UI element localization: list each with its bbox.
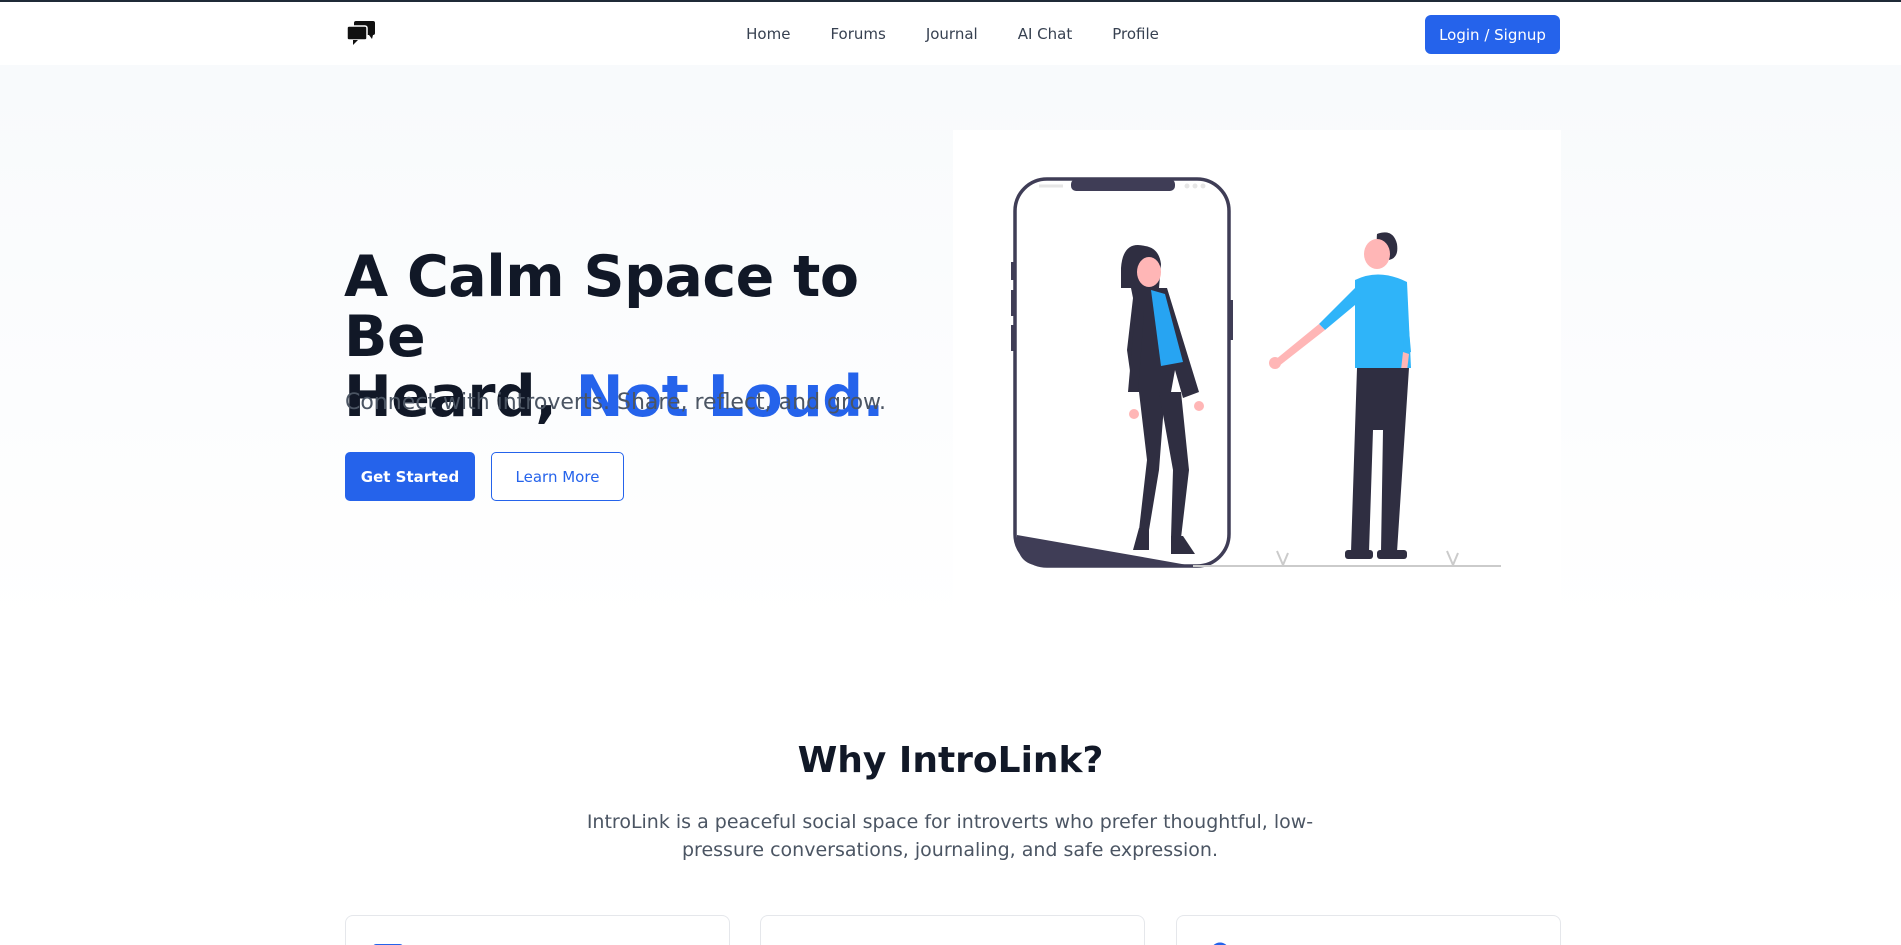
hero-section: A Calm Space to Be Heard, Not Loud. Conn… bbox=[0, 65, 1901, 630]
nav-forums[interactable]: Forums bbox=[830, 25, 885, 43]
square-icon bbox=[373, 944, 403, 945]
login-signup-button[interactable]: Login / Signup bbox=[1425, 15, 1560, 54]
feature-card bbox=[1176, 915, 1561, 945]
feature-card bbox=[760, 915, 1145, 945]
chat-icon bbox=[788, 938, 818, 945]
why-section-title: Why IntroLink? bbox=[797, 740, 1104, 781]
navbar: Home Forums Journal AI Chat Profile Logi… bbox=[0, 2, 1901, 65]
get-started-button[interactable]: Get Started bbox=[345, 452, 475, 501]
nav-profile[interactable]: Profile bbox=[1112, 25, 1159, 43]
nav-journal[interactable]: Journal bbox=[926, 25, 978, 43]
nav-ai-chat[interactable]: AI Chat bbox=[1018, 25, 1073, 43]
nav-home[interactable]: Home bbox=[746, 25, 790, 43]
pin-icon bbox=[1213, 942, 1227, 945]
feature-card bbox=[345, 915, 730, 945]
why-section-description: IntroLink is a peaceful social space for… bbox=[586, 811, 1314, 861]
hero-subtitle: Connect with introverts. Share, reflect,… bbox=[345, 390, 887, 415]
hero-title-line1: A Calm Space to Be bbox=[344, 244, 859, 370]
main-nav: Home Forums Journal AI Chat Profile bbox=[0, 2, 1901, 65]
learn-more-button[interactable]: Learn More bbox=[491, 452, 624, 501]
two-people-phone-illustration bbox=[953, 130, 1561, 630]
